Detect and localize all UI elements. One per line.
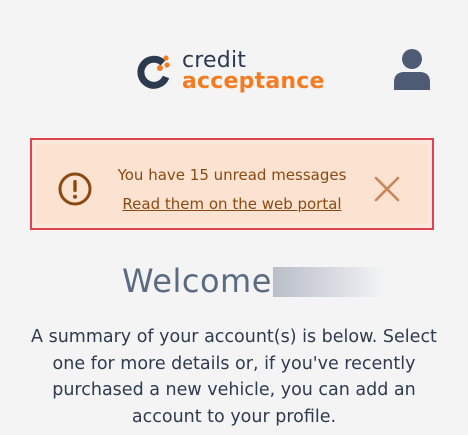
app-header: credit acceptance: [0, 0, 468, 120]
credit-acceptance-logo: credit acceptance: [136, 50, 325, 93]
user-avatar-icon[interactable]: [392, 48, 432, 90]
alert-message: You have 15 unread messages: [117, 166, 347, 184]
logo-word-acceptance: acceptance: [182, 69, 325, 94]
welcome-row: Welcome: [0, 262, 468, 306]
alert-body: You have 15 unread messages Read them on…: [36, 144, 428, 224]
web-portal-link[interactable]: Read them on the web portal: [112, 195, 352, 213]
logo-wordmark: credit acceptance: [182, 50, 325, 93]
unread-messages-alert: You have 15 unread messages Read them on…: [30, 138, 434, 230]
close-icon[interactable]: [374, 176, 400, 202]
welcome-title: Welcome: [122, 262, 272, 300]
logo-mark-icon: [136, 53, 174, 91]
exclamation-circle-icon: [58, 172, 92, 206]
account-summary-text: A summary of your account(s) is below. S…: [31, 327, 437, 427]
redacted-user-name: [273, 267, 385, 297]
